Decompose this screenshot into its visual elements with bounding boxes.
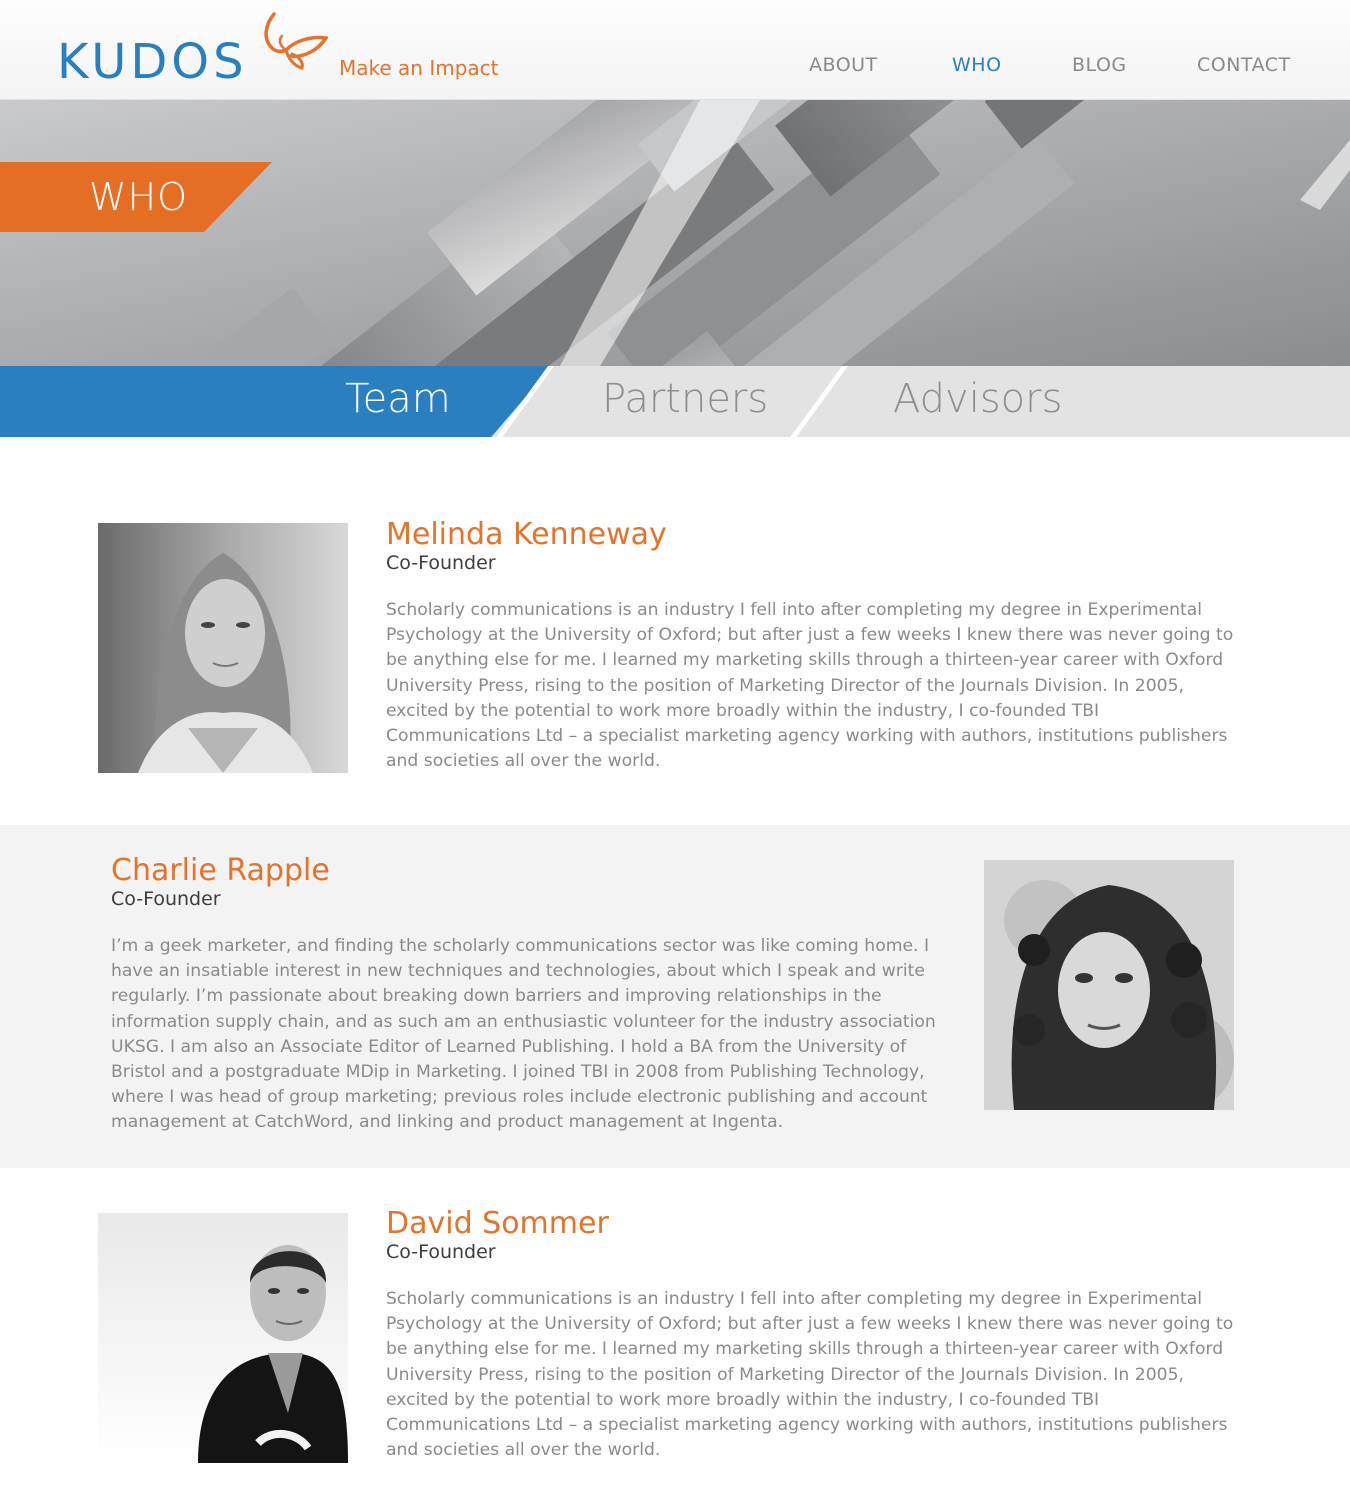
member-role: Co-Founder: [111, 888, 221, 910]
member-photo: [98, 523, 348, 773]
portrait-woman-curly-hair-icon: [984, 860, 1234, 1110]
member-name: Charlie Rapple: [111, 853, 330, 888]
tab-divider: [790, 366, 848, 437]
member-bio: I’m a geek marketer, and finding the sch…: [111, 936, 936, 1133]
portrait-man-suit-icon: [98, 1213, 348, 1463]
team-member-card: Melinda Kenneway Co-Founder Scholarly co…: [0, 437, 1350, 825]
tab-partners[interactable]: Partners: [602, 376, 768, 422]
nav-contact[interactable]: CONTACT: [1197, 54, 1291, 76]
team-member-card: Charlie Rapple Co-Founder I’m a geek mar…: [0, 825, 1350, 1168]
nav-who[interactable]: WHO: [952, 54, 1002, 76]
nav-blog[interactable]: BLOG: [1072, 54, 1127, 76]
member-bio: Scholarly communications is an industry …: [386, 1289, 1234, 1461]
member-photo: [984, 860, 1234, 1110]
portrait-woman-straight-hair-icon: [98, 523, 348, 773]
tab-active-background: [0, 366, 552, 437]
section-tabs: Team Partners Advisors: [0, 366, 1350, 437]
member-role: Co-Founder: [386, 552, 496, 574]
team-member-card: David Sommer Co-Founder Scholarly commun…: [0, 1168, 1350, 1512]
tab-advisors[interactable]: Advisors: [893, 376, 1062, 422]
site-header: KUDOS Make an Impact ABOUT WHO BLOG CONT…: [0, 0, 1350, 100]
nav-about[interactable]: ABOUT: [809, 54, 878, 76]
tab-team[interactable]: Team: [345, 376, 451, 422]
member-name: David Sommer: [386, 1206, 609, 1241]
main-nav: ABOUT WHO BLOG CONTACT: [0, 54, 1350, 84]
member-name: Melinda Kenneway: [386, 517, 667, 552]
member-role: Co-Founder: [386, 1241, 496, 1263]
hero-banner: WHO: [0, 100, 1350, 366]
member-photo: [98, 1213, 348, 1463]
hero-title: WHO: [89, 175, 189, 219]
member-bio: Scholarly communications is an industry …: [386, 600, 1234, 772]
hero-abstract-graphic: [0, 100, 1350, 366]
